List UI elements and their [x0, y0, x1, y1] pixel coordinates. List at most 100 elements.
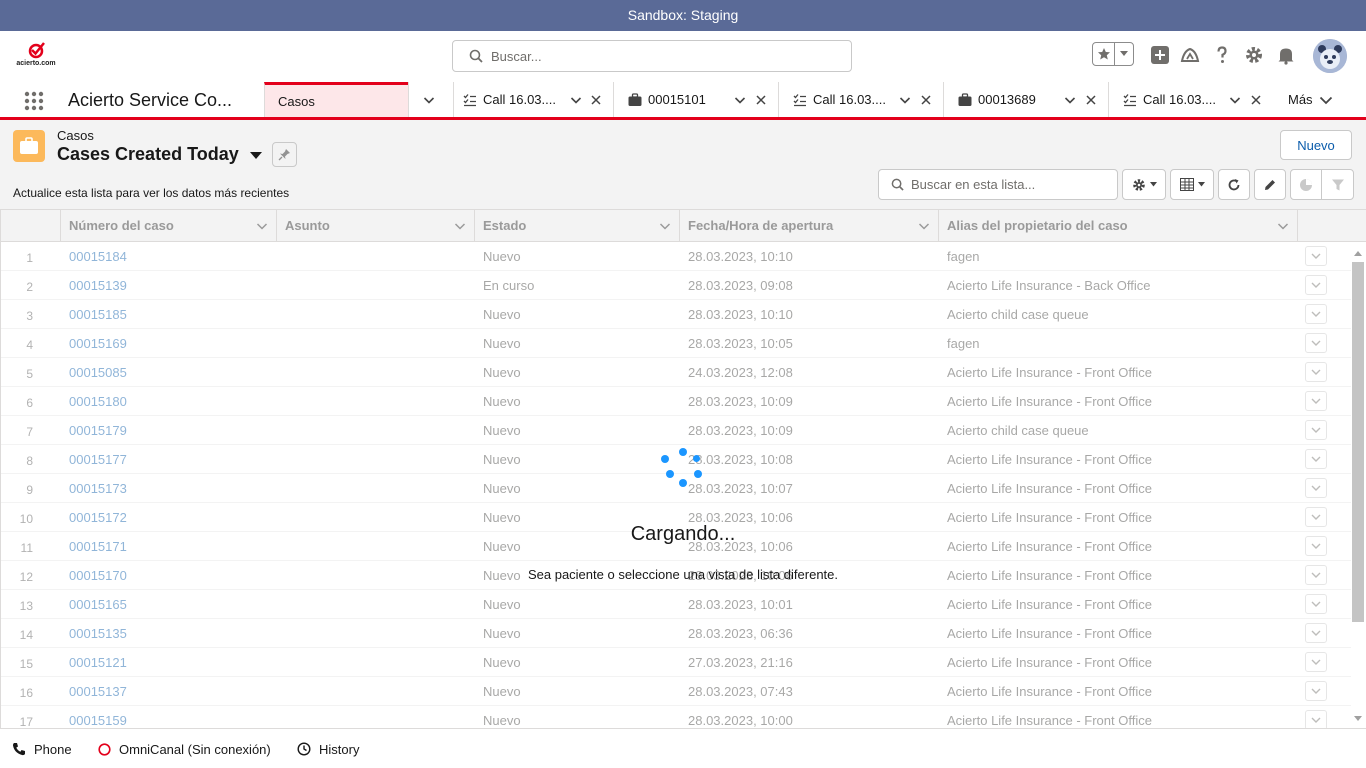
global-search-input[interactable]: [491, 41, 841, 71]
row-actions-button[interactable]: [1305, 333, 1327, 353]
list-view-picker[interactable]: Cases Created Today: [57, 144, 263, 165]
close-icon[interactable]: [591, 95, 601, 105]
case-number-link[interactable]: 00015137: [69, 684, 127, 699]
column-header-status[interactable]: Estado: [475, 210, 680, 242]
column-header-owner-alias[interactable]: Alias del propietario del caso: [939, 210, 1298, 242]
row-actions-button[interactable]: [1305, 275, 1327, 295]
star-icon: [1097, 48, 1110, 60]
row-actions-button[interactable]: [1305, 449, 1327, 469]
row-actions-button[interactable]: [1305, 652, 1327, 672]
row-actions-button[interactable]: [1305, 623, 1327, 643]
tab-casos[interactable]: Casos: [264, 82, 408, 117]
case-number-link[interactable]: 00015173: [69, 481, 127, 496]
list-view-controls-button[interactable]: [1122, 169, 1166, 200]
utility-phone[interactable]: Phone: [12, 729, 72, 768]
case-number-link[interactable]: 00015179: [69, 423, 127, 438]
user-avatar[interactable]: [1313, 39, 1347, 73]
row-actions-button[interactable]: [1305, 478, 1327, 498]
company-logo[interactable]: acierto.com: [16, 41, 56, 73]
column-header-label: Alias del propietario del caso: [947, 218, 1128, 233]
chevron-down-icon[interactable]: [256, 220, 268, 232]
setup-button[interactable]: [1243, 44, 1265, 66]
close-icon[interactable]: [1086, 95, 1096, 105]
tab-call-1[interactable]: Call 16.03....: [453, 82, 613, 117]
new-case-button[interactable]: Nuevo: [1280, 130, 1352, 160]
global-create-button[interactable]: [1149, 44, 1171, 66]
chevron-down-icon[interactable]: [1064, 94, 1076, 106]
column-header-subject[interactable]: Asunto: [277, 210, 475, 242]
case-number-link[interactable]: 00015139: [69, 278, 127, 293]
tab-label: Casos: [278, 93, 315, 109]
scroll-up-arrow-icon[interactable]: [1354, 250, 1362, 256]
row-actions-button[interactable]: [1305, 594, 1327, 614]
row-number: 8: [26, 454, 33, 468]
case-number-link[interactable]: 00015169: [69, 336, 127, 351]
chevron-down-icon[interactable]: [734, 94, 746, 106]
tab-call-3[interactable]: Call 16.03....: [1108, 82, 1273, 117]
chevron-down-icon: [1311, 601, 1321, 607]
app-launcher-button[interactable]: [24, 91, 44, 111]
trailhead-button[interactable]: [1179, 44, 1201, 66]
tab-call-2[interactable]: Call 16.03....: [778, 82, 943, 117]
case-number-link[interactable]: 00015177: [69, 452, 127, 467]
row-actions-button[interactable]: [1305, 304, 1327, 324]
table-scrollbar[interactable]: [1352, 250, 1364, 728]
case-number-link[interactable]: 00015165: [69, 597, 127, 612]
chevron-down-icon[interactable]: [454, 220, 466, 232]
list-view-name: Cases Created Today: [57, 144, 239, 164]
case-number-link[interactable]: 00015159: [69, 713, 127, 728]
chevron-down-icon[interactable]: [659, 220, 671, 232]
row-number: 7: [26, 425, 33, 439]
favorites-star-button[interactable]: [1093, 43, 1115, 65]
list-search[interactable]: [878, 169, 1118, 200]
scroll-down-arrow-icon[interactable]: [1354, 716, 1362, 722]
help-button[interactable]: [1211, 44, 1233, 66]
pin-list-view-button[interactable]: [272, 142, 297, 167]
tab-casos-menu-button[interactable]: [408, 82, 453, 117]
case-number-link[interactable]: 00015180: [69, 394, 127, 409]
refresh-button[interactable]: [1218, 169, 1250, 200]
column-header-opened-date[interactable]: Fecha/Hora de apertura: [680, 210, 939, 242]
tab-case-00013689[interactable]: 00013689: [943, 82, 1108, 117]
case-number-link[interactable]: 00015085: [69, 365, 127, 380]
chevron-down-icon[interactable]: [570, 94, 582, 106]
opened-date-cell: 28.03.2023, 10:09: [688, 423, 793, 438]
chevron-down-icon[interactable]: [1229, 94, 1241, 106]
row-actions-button[interactable]: [1305, 362, 1327, 382]
column-header-case-number[interactable]: Número del caso: [61, 210, 277, 242]
display-as-button[interactable]: [1170, 169, 1214, 200]
clock-icon: [297, 742, 311, 756]
chevron-down-icon[interactable]: [899, 94, 911, 106]
row-actions-button[interactable]: [1305, 681, 1327, 701]
chevron-down-icon[interactable]: [1277, 220, 1289, 232]
case-number-link[interactable]: 00015121: [69, 655, 127, 670]
tab-case-00015101[interactable]: 00015101: [613, 82, 778, 117]
filter-button[interactable]: [1322, 170, 1353, 199]
utility-omnichannel[interactable]: OmniCanal (Sin conexión): [98, 729, 271, 768]
close-icon[interactable]: [756, 95, 766, 105]
table-icon: [1179, 178, 1194, 191]
chevron-down-icon[interactable]: [918, 220, 930, 232]
row-actions-button[interactable]: [1305, 391, 1327, 411]
row-actions-button[interactable]: [1305, 710, 1327, 728]
favorites-dropdown-button[interactable]: [1115, 43, 1133, 65]
loading-spinner-icon: [660, 447, 704, 491]
row-actions-button[interactable]: [1305, 420, 1327, 440]
more-tabs-button[interactable]: Más: [1288, 82, 1333, 117]
case-number-link[interactable]: 00015135: [69, 626, 127, 641]
pencil-icon: [1265, 179, 1275, 190]
opened-date-cell: 28.03.2023, 10:09: [688, 394, 793, 409]
case-number-link[interactable]: 00015184: [69, 249, 127, 264]
global-search[interactable]: [452, 40, 852, 72]
utility-history[interactable]: History: [297, 729, 359, 768]
show-charts-button[interactable]: [1291, 170, 1323, 199]
close-icon[interactable]: [1251, 95, 1261, 105]
row-actions-button[interactable]: [1305, 246, 1327, 266]
chevron-down-icon: [1311, 485, 1321, 491]
table-row: 4 00015169 Nuevo 28.03.2023, 10:05 fagen: [1, 329, 1351, 358]
inline-edit-button[interactable]: [1254, 169, 1286, 200]
close-icon[interactable]: [921, 95, 931, 105]
notifications-button[interactable]: [1275, 44, 1297, 66]
case-number-link[interactable]: 00015185: [69, 307, 127, 322]
list-search-input[interactable]: [911, 170, 1111, 199]
